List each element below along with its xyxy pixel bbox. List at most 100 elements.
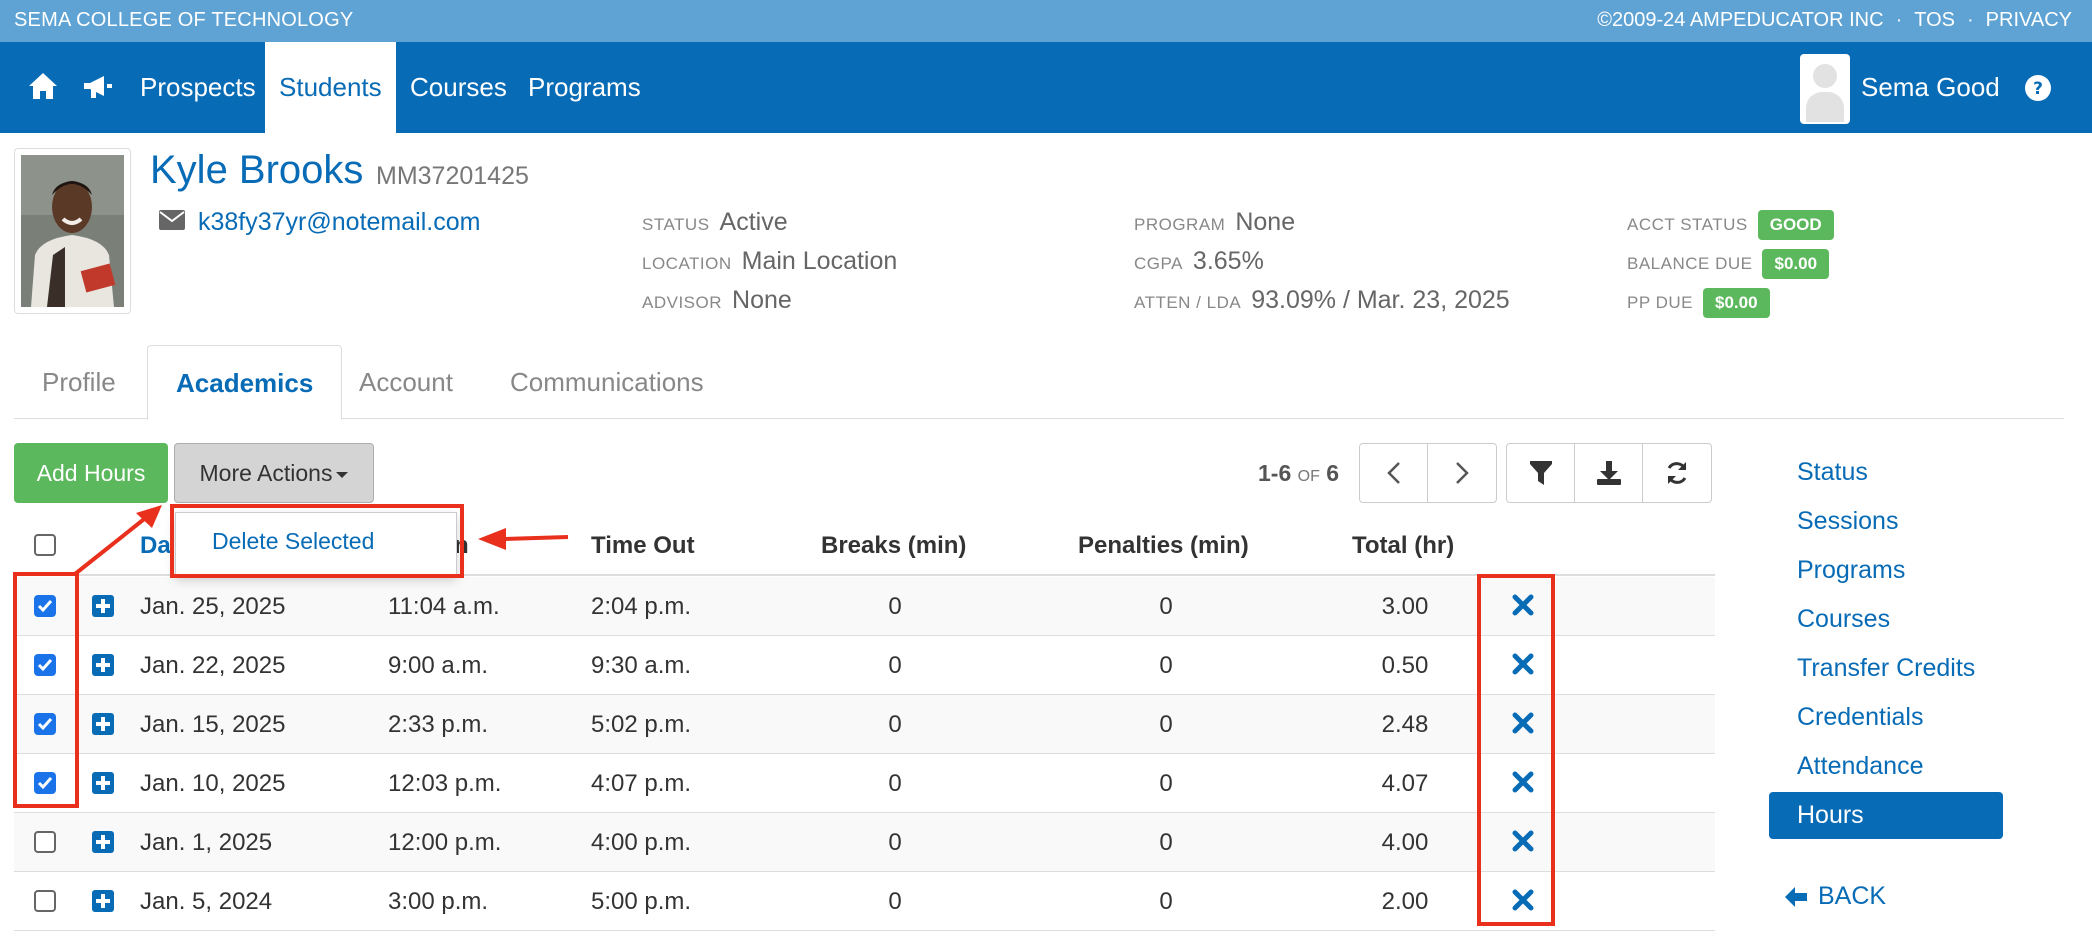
caret-down-icon — [336, 471, 349, 478]
table-row: Jan. 15, 2025 2:33 p.m. 5:02 p.m. 0 0 2.48 — [14, 695, 1715, 754]
nav-students[interactable]: Students — [265, 42, 396, 133]
cgpa-value: 3.65% — [1192, 247, 1264, 275]
sidenav-credentials[interactable]: Credentials — [1797, 703, 1923, 732]
status-value: Active — [719, 208, 788, 236]
tab-profile[interactable]: Profile — [14, 345, 144, 419]
table-row: Jan. 25, 2025 11:04 a.m. 2:04 p.m. 0 0 3.00 — [14, 577, 1715, 636]
cell-time-out: 4:07 p.m. — [591, 770, 692, 797]
student-photo — [14, 148, 131, 314]
expand-plus-icon[interactable] — [92, 831, 114, 853]
header-time-out[interactable]: Time Out — [591, 532, 695, 560]
expand-plus-icon[interactable] — [92, 713, 114, 735]
attendance-field: ATTEN / LDA 93.09% / Mar. 23, 2025 — [1134, 286, 1510, 314]
attendance-value: 93.09% / Mar. 23, 2025 — [1251, 286, 1510, 314]
advisor-value: None — [732, 286, 792, 314]
student-email-link[interactable]: k38fy37yr@notemail.com — [198, 208, 480, 237]
header-total[interactable]: Total (hr) — [1352, 532, 1454, 560]
user-avatar[interactable] — [1800, 54, 1850, 124]
download-button[interactable] — [1575, 444, 1643, 502]
cell-breaks: 0 — [888, 888, 902, 915]
cell-penalties: 0 — [1159, 593, 1173, 620]
cell-time-out: 5:02 p.m. — [591, 711, 692, 738]
tos-link[interactable]: TOS — [1914, 9, 1955, 32]
add-hours-button[interactable]: Add Hours — [14, 443, 168, 503]
student-name: Kyle Brooks — [150, 148, 364, 192]
sidenav-hours[interactable]: Hours — [1769, 792, 2003, 839]
filter-button[interactable] — [1507, 444, 1575, 502]
sidenav-programs[interactable]: Programs — [1797, 556, 1905, 585]
cell-time-in: 12:03 p.m. — [388, 770, 502, 797]
expand-plus-icon[interactable] — [92, 890, 114, 912]
cell-date: Jan. 5, 2024 — [140, 888, 273, 915]
back-link[interactable]: BACK — [1784, 882, 1886, 911]
privacy-link[interactable]: PRIVACY — [1986, 9, 2072, 32]
help-icon[interactable]: ? — [2024, 74, 2052, 107]
nav-courses[interactable]: Courses — [396, 42, 521, 133]
cell-date: Jan. 1, 2025 — [140, 829, 273, 856]
chevron-left-icon — [1386, 462, 1400, 484]
pp-due-field: PP DUE $0.00 — [1627, 288, 1770, 318]
cell-breaks: 0 — [888, 652, 902, 679]
row-checkbox[interactable] — [34, 890, 56, 912]
cell-breaks: 0 — [888, 829, 902, 856]
select-all-checkbox[interactable] — [34, 534, 56, 556]
expand-plus-icon[interactable] — [92, 654, 114, 676]
student-id: MM37201425 — [376, 162, 529, 190]
tab-communications[interactable]: Communications — [482, 345, 732, 419]
filter-icon — [1529, 461, 1552, 485]
cell-time-out: 5:00 p.m. — [591, 888, 692, 915]
cell-date: Jan. 15, 2025 — [140, 711, 286, 738]
cell-penalties: 0 — [1159, 770, 1173, 797]
cell-time-out: 4:00 p.m. — [591, 829, 692, 856]
annotation-box-dropdown — [170, 504, 464, 578]
annotation-box-delete-icons — [1477, 574, 1555, 926]
location-value: Main Location — [741, 247, 898, 275]
refresh-button[interactable] — [1643, 444, 1711, 502]
envelope-icon — [158, 209, 186, 236]
cell-penalties: 0 — [1159, 888, 1173, 915]
sidenav-attendance[interactable]: Attendance — [1797, 752, 1924, 781]
row-checkbox[interactable] — [34, 831, 56, 853]
separator: · — [1895, 9, 1903, 31]
tab-academics[interactable]: Academics — [147, 345, 343, 420]
prev-page-button[interactable] — [1360, 444, 1428, 502]
cell-time-in: 9:00 a.m. — [388, 652, 489, 679]
status-field: STATUS Active — [642, 208, 788, 236]
home-icon[interactable] — [28, 72, 58, 105]
pager-buttons — [1359, 443, 1497, 503]
expand-plus-icon[interactable] — [92, 772, 114, 794]
cell-total: 0.50 — [1381, 652, 1429, 679]
cell-time-out: 9:30 a.m. — [591, 652, 692, 679]
next-page-button[interactable] — [1428, 444, 1496, 502]
header-breaks[interactable]: Breaks (min) — [821, 532, 966, 560]
table-row: Jan. 5, 2024 3:00 p.m. 5:00 p.m. 0 0 2.00 — [14, 872, 1715, 931]
sidenav-transfer-credits[interactable]: Transfer Credits — [1797, 654, 1975, 683]
acct-status-field: ACCT STATUS GOOD — [1627, 210, 1834, 240]
cell-total: 3.00 — [1381, 593, 1429, 620]
sidenav-sessions[interactable]: Sessions — [1797, 507, 1898, 536]
cgpa-field: CGPA 3.65% — [1134, 247, 1264, 275]
sidenav-status[interactable]: Status — [1797, 458, 1868, 487]
user-name[interactable]: Sema Good — [1861, 42, 2000, 133]
nav-programs[interactable]: Programs — [514, 42, 655, 133]
sidenav-courses[interactable]: Courses — [1797, 605, 1890, 634]
table-tools — [1506, 443, 1712, 503]
table-row: Jan. 1, 2025 12:00 p.m. 4:00 p.m. 0 0 4.00 — [14, 813, 1715, 872]
download-icon — [1596, 461, 1621, 485]
cell-total: 4.00 — [1381, 829, 1429, 856]
expand-plus-icon[interactable] — [92, 595, 114, 617]
cell-time-in: 3:00 p.m. — [388, 888, 489, 915]
nav-prospects[interactable]: Prospects — [126, 42, 270, 133]
advisor-field: ADVISOR None — [642, 286, 792, 314]
tab-account[interactable]: Account — [331, 345, 481, 419]
arrow-left-icon — [1785, 886, 1807, 907]
more-actions-button[interactable]: More Actions — [174, 443, 374, 503]
cell-date: Jan. 10, 2025 — [140, 770, 286, 797]
email-row: k38fy37yr@notemail.com — [158, 208, 480, 237]
megaphone-icon[interactable] — [82, 74, 114, 105]
cell-date: Jan. 25, 2025 — [140, 593, 286, 620]
header-date[interactable]: Da — [140, 532, 171, 560]
program-value: None — [1235, 208, 1296, 236]
header-penalties[interactable]: Penalties (min) — [1078, 532, 1249, 560]
balance-due-field: BALANCE DUE $0.00 — [1627, 249, 1830, 279]
